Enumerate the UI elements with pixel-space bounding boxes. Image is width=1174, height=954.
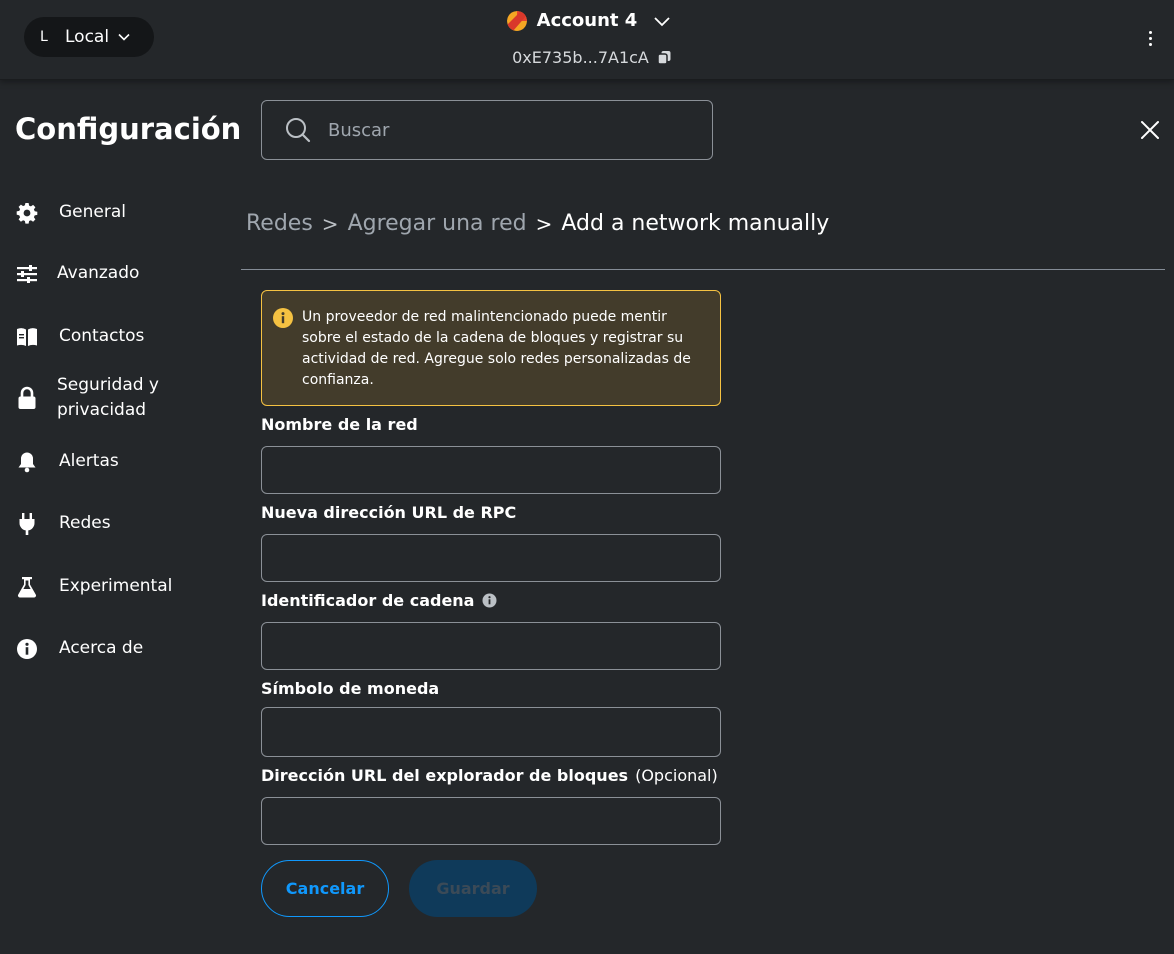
gear-icon [15,202,39,224]
network-avatar: L [40,29,48,45]
plug-icon [15,512,39,536]
sidebar-item-general[interactable]: General [15,200,126,225]
search-icon [284,116,312,144]
sidebar-item-contacts[interactable]: Contactos [15,324,144,349]
app-header: L Local Account 4 0xE735b...7A1cA [0,0,1174,80]
cancel-button[interactable]: Cancelar [261,860,389,917]
sidebar-item-advanced[interactable]: Avanzado [15,261,139,286]
rpc-url-label-text: Nueva dirección URL de RPC [261,503,517,522]
sidebar-item-label: General [59,202,126,222]
sidebar-item-label: Alertas [59,451,119,471]
explorer-url-label: Dirección URL del explorador de bloques … [261,766,718,785]
info-icon [15,638,39,660]
sidebar-item-label: Experimental [59,576,173,596]
sliders-icon [15,264,39,284]
account-avatar-icon [506,10,527,31]
sidebar-item-label: Redes [59,513,111,533]
explorer-url-label-text: Dirección URL del explorador de bloques [261,766,629,785]
network-name-label-text: Nombre de la red [261,415,418,434]
bell-icon [15,451,39,473]
sidebar-item-alerts[interactable]: Alertas [15,449,119,474]
copy-icon[interactable] [657,50,672,65]
account-picker[interactable]: Account 4 [506,10,672,31]
breadcrumb: Redes > Agregar una red > Add a network … [246,211,829,236]
breadcrumb-separator: > [535,211,553,236]
page-title: Configuración [15,112,242,146]
breadcrumb-networks[interactable]: Redes [246,211,313,236]
sidebar-item-networks[interactable]: Redes [15,511,111,536]
account-name: Account 4 [536,10,638,31]
search-box[interactable] [261,100,713,160]
chain-id-field[interactable] [261,622,721,670]
warning-info-icon [273,308,293,332]
chain-id-label: Identificador de cadena [261,591,497,610]
breadcrumb-separator: > [321,211,339,236]
sidebar-item-label: Acerca de [59,638,144,658]
sidebar-item-label: Seguridad y privacidad [57,375,159,420]
header-divider [241,269,1165,270]
account-address-row: 0xE735b...7A1cA [0,48,1174,67]
sidebar-item-label: Contactos [59,326,145,346]
optional-tag: (Opcional) [635,766,718,785]
rpc-url-label: Nueva dirección URL de RPC [261,503,516,522]
flask-icon [15,576,39,598]
chevron-down-icon [117,30,131,44]
currency-symbol-field[interactable] [261,707,721,757]
chain-id-label-text: Identificador de cadena [261,591,475,610]
breadcrumb-current: Add a network manually [561,211,830,236]
more-options-icon[interactable] [1140,26,1160,50]
currency-symbol-label: Símbolo de moneda [261,679,439,698]
account-menu-row: Account 4 [0,10,1174,31]
close-icon[interactable] [1139,119,1161,141]
network-name-field[interactable] [261,446,721,494]
sidebar-item-label: Avanzado [57,263,140,283]
lock-icon [15,386,39,410]
breadcrumb-add-network[interactable]: Agregar una red [348,211,527,236]
search-input[interactable] [328,119,688,141]
explorer-url-field[interactable] [261,797,721,845]
book-icon [15,327,39,347]
currency-symbol-label-text: Símbolo de moneda [261,679,440,698]
chevron-down-icon [653,12,671,30]
sidebar-item-about[interactable]: Acerca de [15,636,143,661]
network-name-label: Nombre de la red [261,415,418,434]
warning-text: Un proveedor de red malintencionado pued… [302,309,691,388]
info-icon[interactable] [482,593,497,608]
sidebar-item-security[interactable]: Seguridad y privacidad [15,373,187,423]
save-button[interactable]: Guardar [409,860,537,917]
sidebar-item-experimental[interactable]: Experimental [15,574,172,599]
warning-banner: Un proveedor de red malintencionado pued… [261,290,721,406]
account-address[interactable]: 0xE735b...7A1cA [512,48,649,67]
rpc-url-field[interactable] [261,534,721,582]
